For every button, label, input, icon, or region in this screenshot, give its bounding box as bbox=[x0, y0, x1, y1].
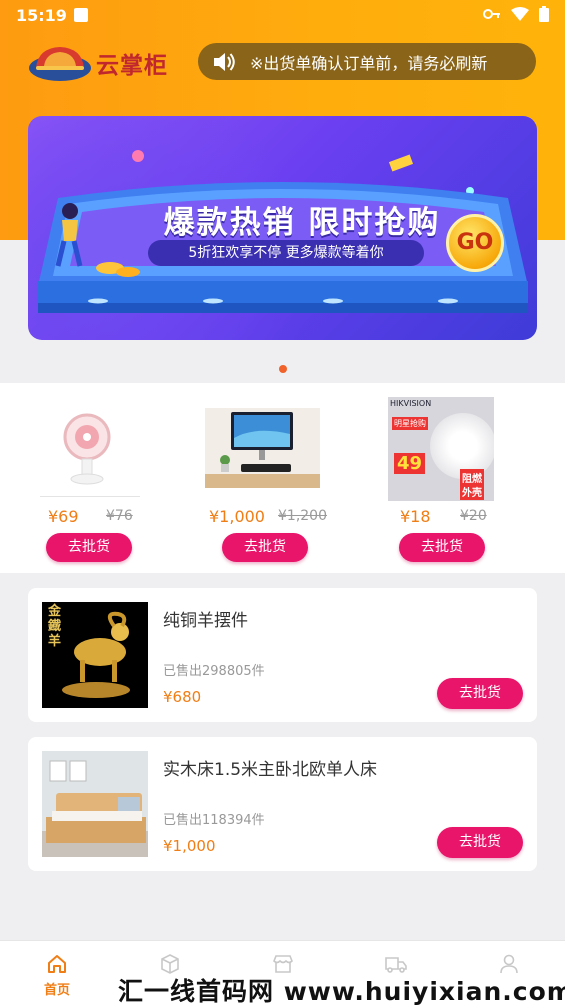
desk-fan-image bbox=[63, 413, 111, 485]
status-icons bbox=[483, 6, 549, 22]
product-sold: 已售出118394件 bbox=[163, 813, 265, 828]
wifi-icon bbox=[511, 7, 529, 21]
featured-item[interactable]: ¥1,000 ¥1,200 去批货 bbox=[205, 383, 355, 573]
notification-icon bbox=[74, 8, 88, 22]
watermark: 汇一线首码网 www.huiyixian.com bbox=[118, 977, 565, 1006]
featured-products: ¥69 ¥76 去批货 ¥1,000 ¥1,200 去批货 HIKVISION … bbox=[0, 383, 565, 573]
product-card[interactable]: 金鐡羊 纯铜羊摆件 已售出298805件 ¥680 去批货 bbox=[28, 588, 537, 722]
product-price: ¥1,000 bbox=[163, 837, 216, 855]
featured-price: ¥1,000 bbox=[209, 507, 265, 526]
product-sold: 已售出298805件 bbox=[163, 664, 265, 679]
wholesale-button[interactable]: 去批货 bbox=[437, 678, 523, 709]
banner-go-button[interactable]: GO bbox=[446, 214, 504, 272]
banner-title: 爆款热销 限时抢购 bbox=[163, 205, 441, 241]
nav-home-label: 首页 bbox=[43, 983, 70, 998]
bed-figure bbox=[42, 751, 148, 857]
notice-bar[interactable]: ※出货单确认订单前，请务必刷新 bbox=[198, 43, 536, 80]
image-tag-2: 外壳 bbox=[460, 483, 484, 500]
wholesale-button[interactable]: 去批货 bbox=[437, 827, 523, 858]
product-title: 纯铜羊摆件 bbox=[163, 611, 248, 631]
wholesale-button[interactable]: 去批货 bbox=[46, 533, 132, 562]
carousel-indicator[interactable] bbox=[279, 365, 287, 373]
home-icon bbox=[48, 955, 66, 973]
logo-icon bbox=[29, 47, 91, 81]
featured-old-price: ¥1,200 bbox=[278, 508, 327, 524]
status-bar: 15:19 bbox=[0, 0, 565, 30]
monitor-image bbox=[205, 408, 320, 488]
brand: 云掌柜 bbox=[28, 44, 168, 82]
featured-old-price: ¥76 bbox=[106, 508, 133, 524]
divider bbox=[40, 496, 140, 497]
notice-text: ※出货单确认订单前，请务必刷新 bbox=[250, 53, 488, 73]
image-caption-text: 金鐡羊 bbox=[48, 604, 62, 649]
featured-item[interactable]: ¥69 ¥76 去批货 bbox=[40, 383, 190, 573]
banner-subtitle: 5折狂欢享不停 更多爆款等着你 bbox=[148, 240, 424, 266]
featured-old-price: ¥20 bbox=[460, 508, 487, 524]
featured-price: ¥18 bbox=[400, 507, 431, 526]
nav-home[interactable]: 首页 bbox=[27, 953, 87, 998]
product-title: 实木床1.5米主卧北欧单人床 bbox=[163, 760, 378, 780]
wholesale-button[interactable]: 去批货 bbox=[399, 533, 485, 562]
battery-icon bbox=[539, 6, 549, 22]
image-badge-text: 明星抢购 bbox=[392, 417, 428, 430]
product-card[interactable]: 实木床1.5米主卧北欧单人床 已售出118394件 ¥1,000 去批货 bbox=[28, 737, 537, 871]
wholesale-button[interactable]: 去批货 bbox=[222, 533, 308, 562]
smoke-detector-image: HIKVISION 明星抢购 49 阻燃 外壳 bbox=[388, 397, 494, 501]
product-price: ¥680 bbox=[163, 688, 202, 706]
featured-item[interactable]: HIKVISION 明星抢购 49 阻燃 外壳 ¥18 ¥20 去批货 bbox=[388, 383, 538, 573]
featured-price: ¥69 bbox=[48, 507, 79, 526]
brand-name: 云掌柜 bbox=[96, 53, 168, 79]
promo-banner[interactable]: 爆款热销 限时抢购 5折狂欢享不停 更多爆款等着你 GO bbox=[28, 116, 537, 340]
status-time: 15:19 bbox=[16, 6, 67, 25]
speaker-icon bbox=[214, 52, 235, 71]
image-price-text: 49 bbox=[394, 453, 426, 474]
image-brand-text: HIKVISION bbox=[390, 399, 432, 408]
wooden-bed-image bbox=[42, 751, 148, 857]
key-icon bbox=[483, 9, 500, 19]
brass-goat-image: 金鐡羊 bbox=[42, 602, 148, 708]
